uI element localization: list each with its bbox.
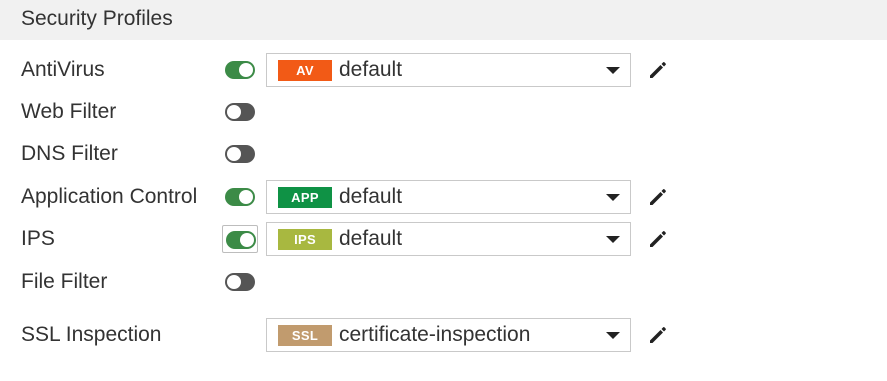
toggle-knob [240, 233, 254, 247]
pencil-icon[interactable] [647, 228, 669, 250]
toggle-switch-on[interactable] [226, 231, 256, 249]
toggle-application-control[interactable] [222, 183, 258, 211]
chevron-down-icon[interactable] [606, 236, 620, 243]
toggle-knob [227, 275, 241, 289]
toggle-knob [239, 190, 253, 204]
profile-select-application-control[interactable]: APP default [266, 180, 631, 214]
profile-select-ips[interactable]: IPS default [266, 222, 631, 256]
section-title: Security Profiles [21, 7, 173, 30]
select-value-ips: default [339, 227, 403, 250]
select-value-application-control: default [339, 185, 403, 208]
section-header: Security Profiles [0, 0, 887, 40]
row-label-application-control: Application Control [21, 185, 198, 208]
toggle-antivirus[interactable] [222, 56, 258, 84]
toggle-knob [227, 147, 241, 161]
toggle-file-filter[interactable] [222, 268, 258, 296]
pencil-icon[interactable] [647, 59, 669, 81]
toggle-switch-off[interactable] [225, 145, 255, 163]
chevron-down-icon[interactable] [606, 67, 620, 74]
row-dns-filter: DNS Filter [0, 134, 887, 174]
row-ips: IPS IPS default [0, 219, 887, 259]
toggle-switch-on[interactable] [225, 188, 255, 206]
row-web-filter: Web Filter [0, 92, 887, 132]
toggle-switch-on[interactable] [225, 61, 255, 79]
toggle-switch-off[interactable] [225, 273, 255, 291]
row-file-filter: File Filter [0, 262, 887, 302]
profile-select-ssl-inspection[interactable]: SSL certificate-inspection [266, 318, 631, 352]
row-ssl-inspection: SSL Inspection SSL certificate-inspectio… [0, 315, 887, 355]
select-value-ssl-inspection: certificate-inspection [339, 323, 531, 346]
toggle-knob [239, 63, 253, 77]
row-label-web-filter: Web Filter [21, 100, 117, 123]
row-label-file-filter: File Filter [21, 270, 108, 293]
toggle-knob [227, 105, 241, 119]
row-label-dns-filter: DNS Filter [21, 142, 118, 165]
toggle-switch-off[interactable] [225, 103, 255, 121]
badge-ssl: SSL [278, 325, 332, 346]
row-application-control: Application Control APP default [0, 177, 887, 217]
toggle-ips[interactable] [222, 225, 258, 253]
select-value-antivirus: default [339, 58, 403, 81]
pencil-icon[interactable] [647, 186, 669, 208]
profile-select-antivirus[interactable]: AV default [266, 53, 631, 87]
pencil-icon[interactable] [647, 324, 669, 346]
badge-app: APP [278, 187, 332, 208]
badge-av: AV [278, 60, 332, 81]
row-label-antivirus: AntiVirus [21, 58, 105, 81]
chevron-down-icon[interactable] [606, 332, 620, 339]
toggle-dns-filter[interactable] [222, 140, 258, 168]
chevron-down-icon[interactable] [606, 194, 620, 201]
badge-ips: IPS [278, 229, 332, 250]
row-label-ssl-inspection: SSL Inspection [21, 323, 162, 346]
row-label-ips: IPS [21, 227, 55, 250]
row-antivirus: AntiVirus AV default [0, 50, 887, 90]
toggle-web-filter[interactable] [222, 98, 258, 126]
